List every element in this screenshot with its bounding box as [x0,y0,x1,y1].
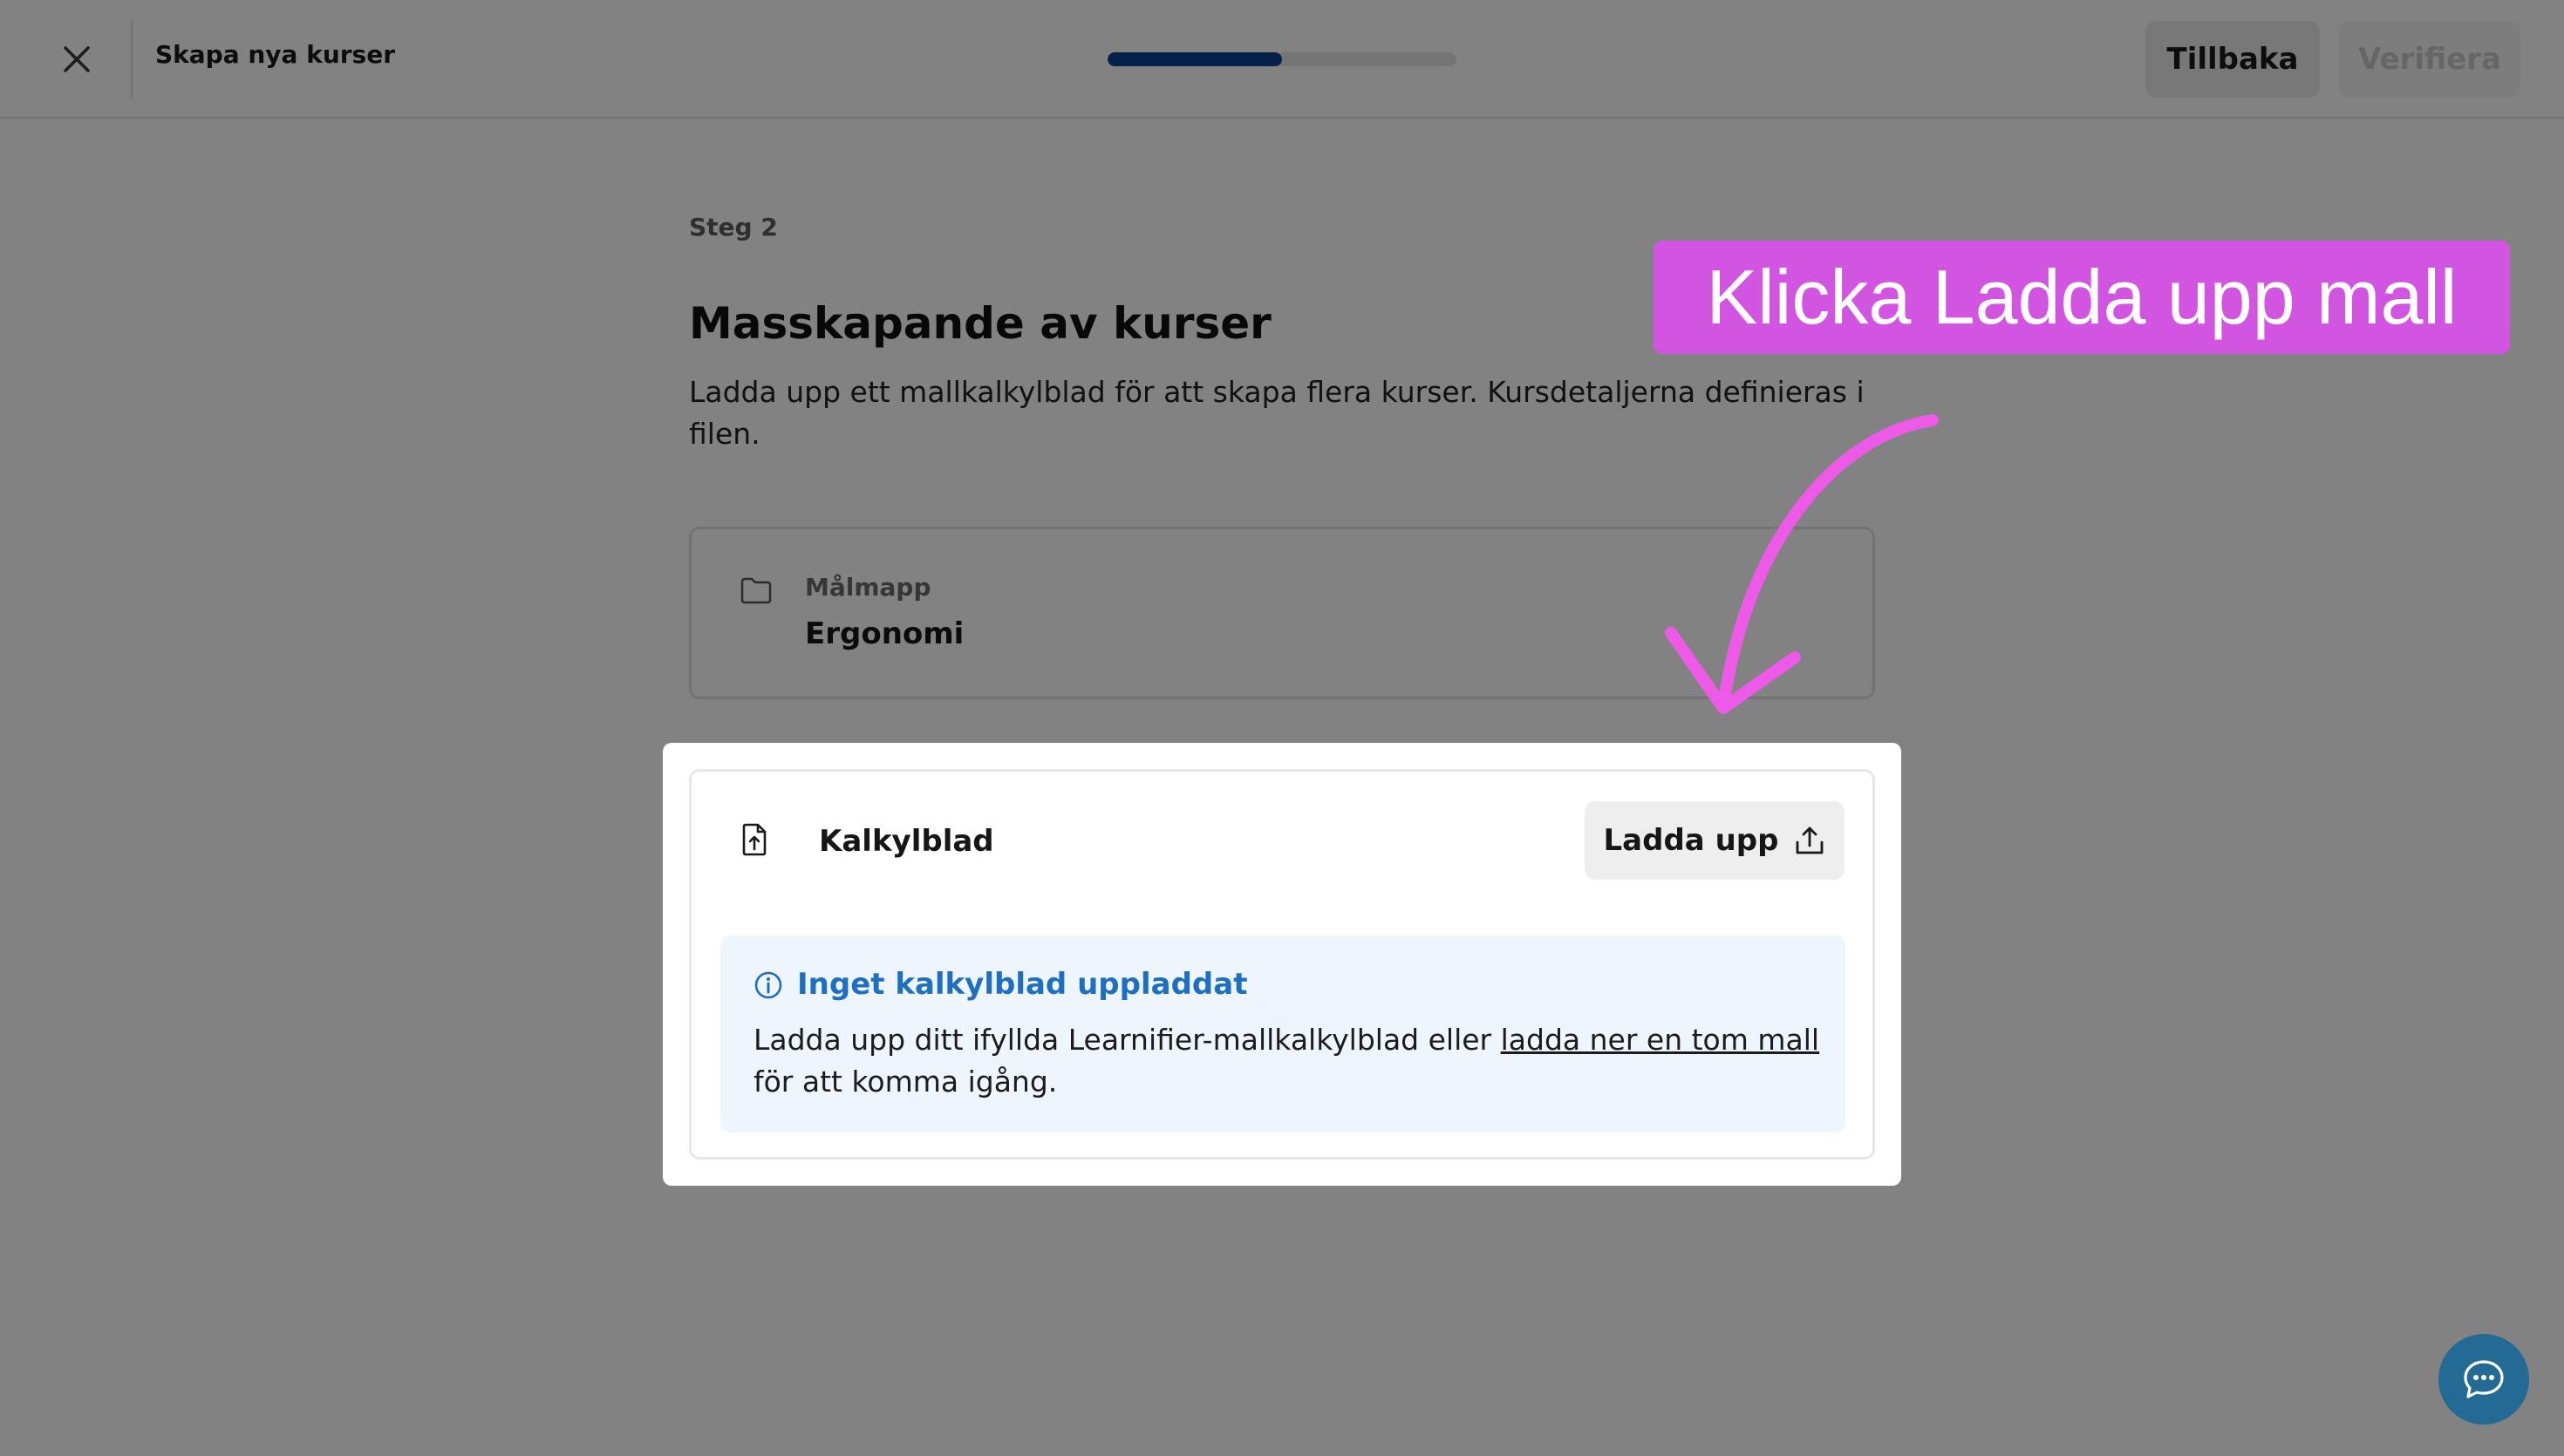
dim-overlay [0,0,2564,1456]
download-template-link[interactable]: ladda ner en tom mall [1501,1023,1819,1057]
info-text-after: för att komma igång. [754,1065,1058,1099]
upload-button[interactable]: Ladda upp [1585,801,1845,880]
info-icon [754,971,782,999]
annotation-arrow [1665,414,1939,714]
info-text-before: Ladda upp ditt ifyllda Learnifier-mallka… [754,1023,1501,1057]
info-box: Inget kalkylblad uppladdat Ladda upp dit… [720,936,1845,1133]
info-title: Inget kalkylblad uppladdat [797,967,1248,1002]
file-upload-icon [742,823,767,856]
annotation-callout: Klicka Ladda upp mall [1654,241,2510,354]
annotation-callout-text: Klicka Ladda upp mall [1706,254,2458,340]
chat-bubble-icon [2464,1360,2504,1398]
upload-button-label: Ladda upp [1603,823,1779,858]
info-body: Ladda upp ditt ifyllda Learnifier-mallka… [754,1019,1826,1103]
highlight-frame: Kalkylblad Ladda upp Inget kalkylblad up… [663,743,1901,1186]
chat-button[interactable] [2438,1334,2529,1425]
upload-icon [1797,827,1824,854]
spreadsheet-card: Kalkylblad Ladda upp Inget kalkylblad up… [689,769,1875,1160]
spreadsheet-label: Kalkylblad [819,824,994,859]
